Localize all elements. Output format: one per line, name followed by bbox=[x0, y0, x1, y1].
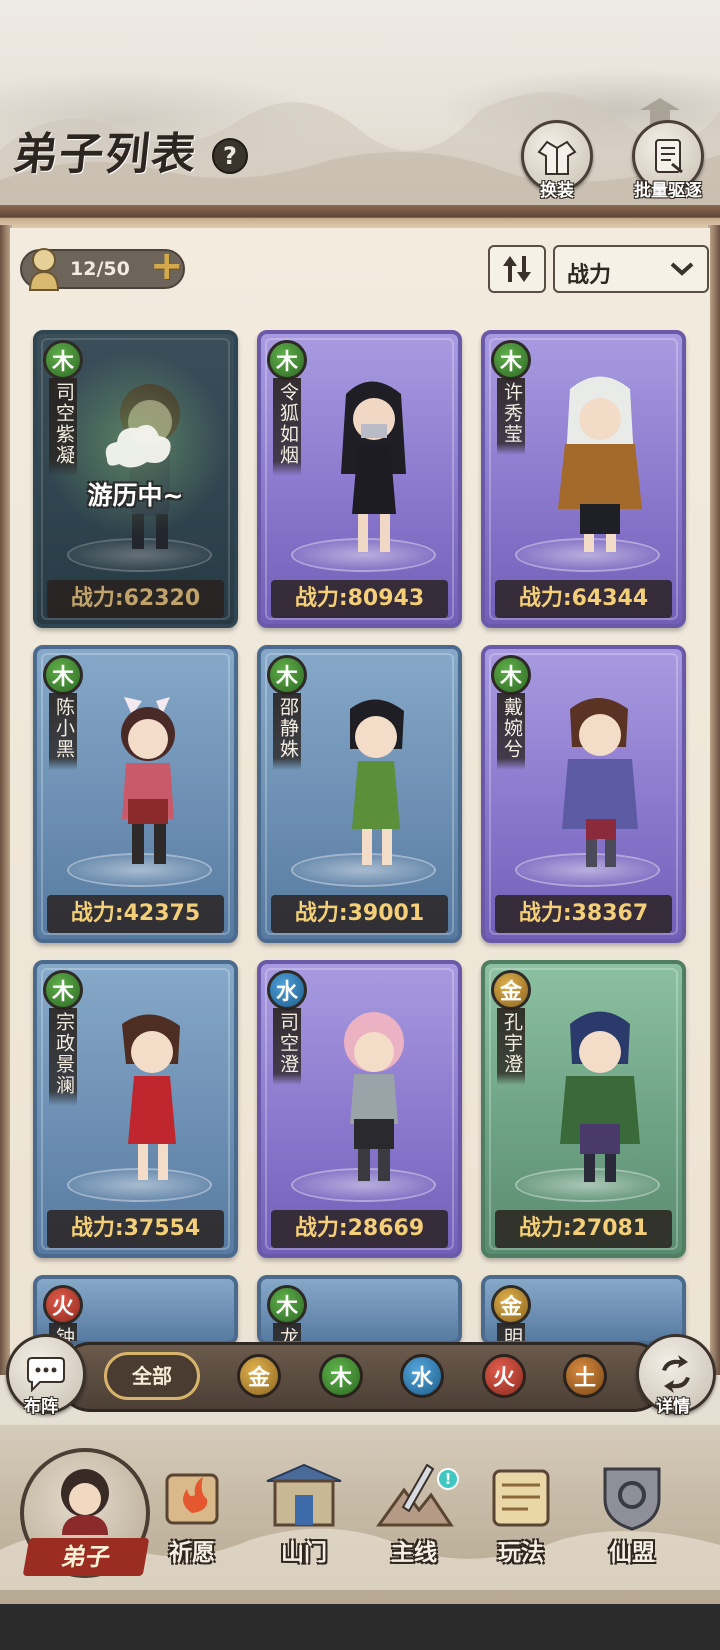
disciple-card[interactable]: 木 龙 bbox=[257, 1275, 462, 1345]
disciple-name: 司空紫凝 bbox=[49, 378, 77, 476]
disciple-card[interactable]: 木 令狐如烟 战力:80943 bbox=[257, 330, 462, 628]
sort-order-button[interactable] bbox=[488, 245, 546, 293]
disciple-power: 战力:37554 bbox=[47, 1210, 224, 1248]
nav-alliance[interactable]: 仙盟 bbox=[582, 1455, 682, 1575]
system-bottom-bar bbox=[0, 1604, 720, 1650]
sort-selected-value: 战力 bbox=[567, 263, 612, 288]
formation-label: 布阵 bbox=[24, 1397, 58, 1417]
disciple-power: 战力:27081 bbox=[495, 1210, 672, 1248]
details-label: 详情 bbox=[656, 1397, 690, 1417]
disciple-portrait bbox=[350, 699, 404, 865]
element-badge: 木 bbox=[491, 655, 531, 695]
element-badge: 金 bbox=[491, 1285, 531, 1325]
nav-sect-gate[interactable]: 山门 bbox=[254, 1455, 354, 1575]
element-badge: 木 bbox=[267, 655, 307, 695]
filter-fire-button[interactable]: 火 bbox=[482, 1354, 526, 1398]
nav-alliance-label: 仙盟 bbox=[609, 1539, 655, 1566]
nav-gameplay[interactable]: 玩法 bbox=[471, 1455, 571, 1575]
disciple-count-icon bbox=[28, 248, 60, 291]
shield-emblem-icon bbox=[603, 1467, 661, 1531]
nav-disciple-label: 弟子 bbox=[22, 1538, 150, 1576]
traveling-status: 游历中~ bbox=[87, 481, 184, 510]
filter-gold-button[interactable]: 金 bbox=[237, 1354, 281, 1398]
disciple-portrait bbox=[121, 697, 175, 864]
sort-dropdown[interactable]: 战力 bbox=[553, 245, 709, 293]
fire-scroll-icon bbox=[165, 1473, 219, 1525]
element-badge: 木 bbox=[43, 970, 83, 1010]
element-badge: 木 bbox=[267, 340, 307, 380]
disciple-count: 12/50 bbox=[70, 258, 130, 280]
disciple-power: 战力:42375 bbox=[47, 895, 224, 933]
disciple-card[interactable]: 游历中~ 木 司空紫凝 战力:62320 bbox=[33, 330, 238, 628]
refresh-arrows-icon bbox=[662, 1355, 690, 1393]
disciple-card[interactable]: 木 邵静姝 战力:39001 bbox=[257, 645, 462, 943]
disciple-card[interactable]: 木 陈小黑 战力:42375 bbox=[33, 645, 238, 943]
filter-wood-button[interactable]: 木 bbox=[319, 1354, 363, 1398]
disciple-name: 邵静姝 bbox=[273, 693, 301, 770]
element-badge: 木 bbox=[43, 340, 83, 380]
element-badge: 木 bbox=[43, 655, 83, 695]
nav-sect-gate-label: 山门 bbox=[281, 1539, 327, 1566]
disciple-name: 许秀莹 bbox=[497, 378, 525, 455]
disciple-power: 战力:80943 bbox=[271, 580, 448, 618]
disciple-name: 令狐如烟 bbox=[273, 378, 301, 476]
cloud-travel-icon bbox=[105, 424, 171, 468]
disciple-power: 战力:28669 bbox=[271, 1210, 448, 1248]
disciple-card[interactable]: 金 孔宇澄 战力:27081 bbox=[481, 960, 686, 1258]
batch-expel-label: 批量驱逐 bbox=[634, 181, 702, 201]
disciple-portrait-icon bbox=[61, 1469, 109, 1535]
disciple-portrait bbox=[122, 1014, 180, 1180]
disciple-portrait bbox=[344, 1012, 404, 1181]
element-badge: 水 bbox=[267, 970, 307, 1010]
disciple-name: 陈小黑 bbox=[49, 693, 77, 770]
filter-earth-button[interactable]: 土 bbox=[563, 1354, 607, 1398]
chat-bubble-icon bbox=[27, 1357, 65, 1392]
help-button[interactable]: ? bbox=[212, 138, 248, 174]
change-outfit-button[interactable]: 换装 bbox=[517, 120, 597, 210]
nav-main-quest-label: 主线 bbox=[391, 1539, 437, 1566]
disciple-name: 孔宇澄 bbox=[497, 1008, 525, 1085]
page-title: 弟子列表 bbox=[10, 129, 201, 180]
disciple-power: 战力:39001 bbox=[271, 895, 448, 933]
disciple-portrait bbox=[560, 1011, 640, 1182]
disciple-portrait bbox=[341, 381, 406, 552]
disciple-portrait bbox=[558, 376, 642, 552]
disciple-power: 战力:38367 bbox=[495, 895, 672, 933]
filter-all-button[interactable]: 全部 bbox=[104, 1352, 200, 1400]
add-capacity-button[interactable]: + bbox=[150, 246, 184, 286]
disciple-power: 战力:62320 bbox=[47, 580, 224, 618]
disciple-card[interactable]: 火 钟 bbox=[33, 1275, 238, 1345]
disciple-card[interactable]: 木 宗政景澜 战力:37554 bbox=[33, 960, 238, 1258]
temple-gate-icon bbox=[266, 1463, 342, 1527]
disciple-card[interactable]: 金 明 bbox=[481, 1275, 686, 1345]
disciple-card[interactable]: 水 司空澄 战力:28669 bbox=[257, 960, 462, 1258]
element-badge: 金 bbox=[491, 970, 531, 1010]
scroll-map-icon bbox=[492, 1469, 550, 1527]
element-badge: 木 bbox=[267, 1285, 307, 1325]
disciple-name: 宗政景澜 bbox=[49, 1008, 77, 1106]
disciple-card[interactable]: 木 戴婉兮 战力:38367 bbox=[481, 645, 686, 943]
batch-expel-button[interactable]: 批量驱逐 bbox=[628, 120, 708, 210]
disciple-portrait bbox=[562, 698, 638, 867]
change-outfit-label: 换装 bbox=[540, 181, 574, 201]
nav-wish-label: 祈愿 bbox=[169, 1539, 215, 1566]
nav-gameplay-label: 玩法 bbox=[498, 1539, 544, 1566]
disciple-name: 戴婉兮 bbox=[497, 693, 525, 770]
disciple-card[interactable]: 木 许秀莹 战力:64344 bbox=[481, 330, 686, 628]
element-badge: 木 bbox=[491, 340, 531, 380]
sort-arrows-icon bbox=[503, 256, 531, 282]
disciple-name: 司空澄 bbox=[273, 1008, 301, 1085]
disciple-power: 战力:64344 bbox=[495, 580, 672, 618]
chevron-down-icon bbox=[670, 262, 694, 276]
notification-badge: ! bbox=[437, 1468, 459, 1490]
filter-water-button[interactable]: 水 bbox=[400, 1354, 444, 1398]
nav-wish[interactable]: 祈愿 bbox=[142, 1455, 242, 1575]
element-badge: 火 bbox=[43, 1285, 83, 1325]
